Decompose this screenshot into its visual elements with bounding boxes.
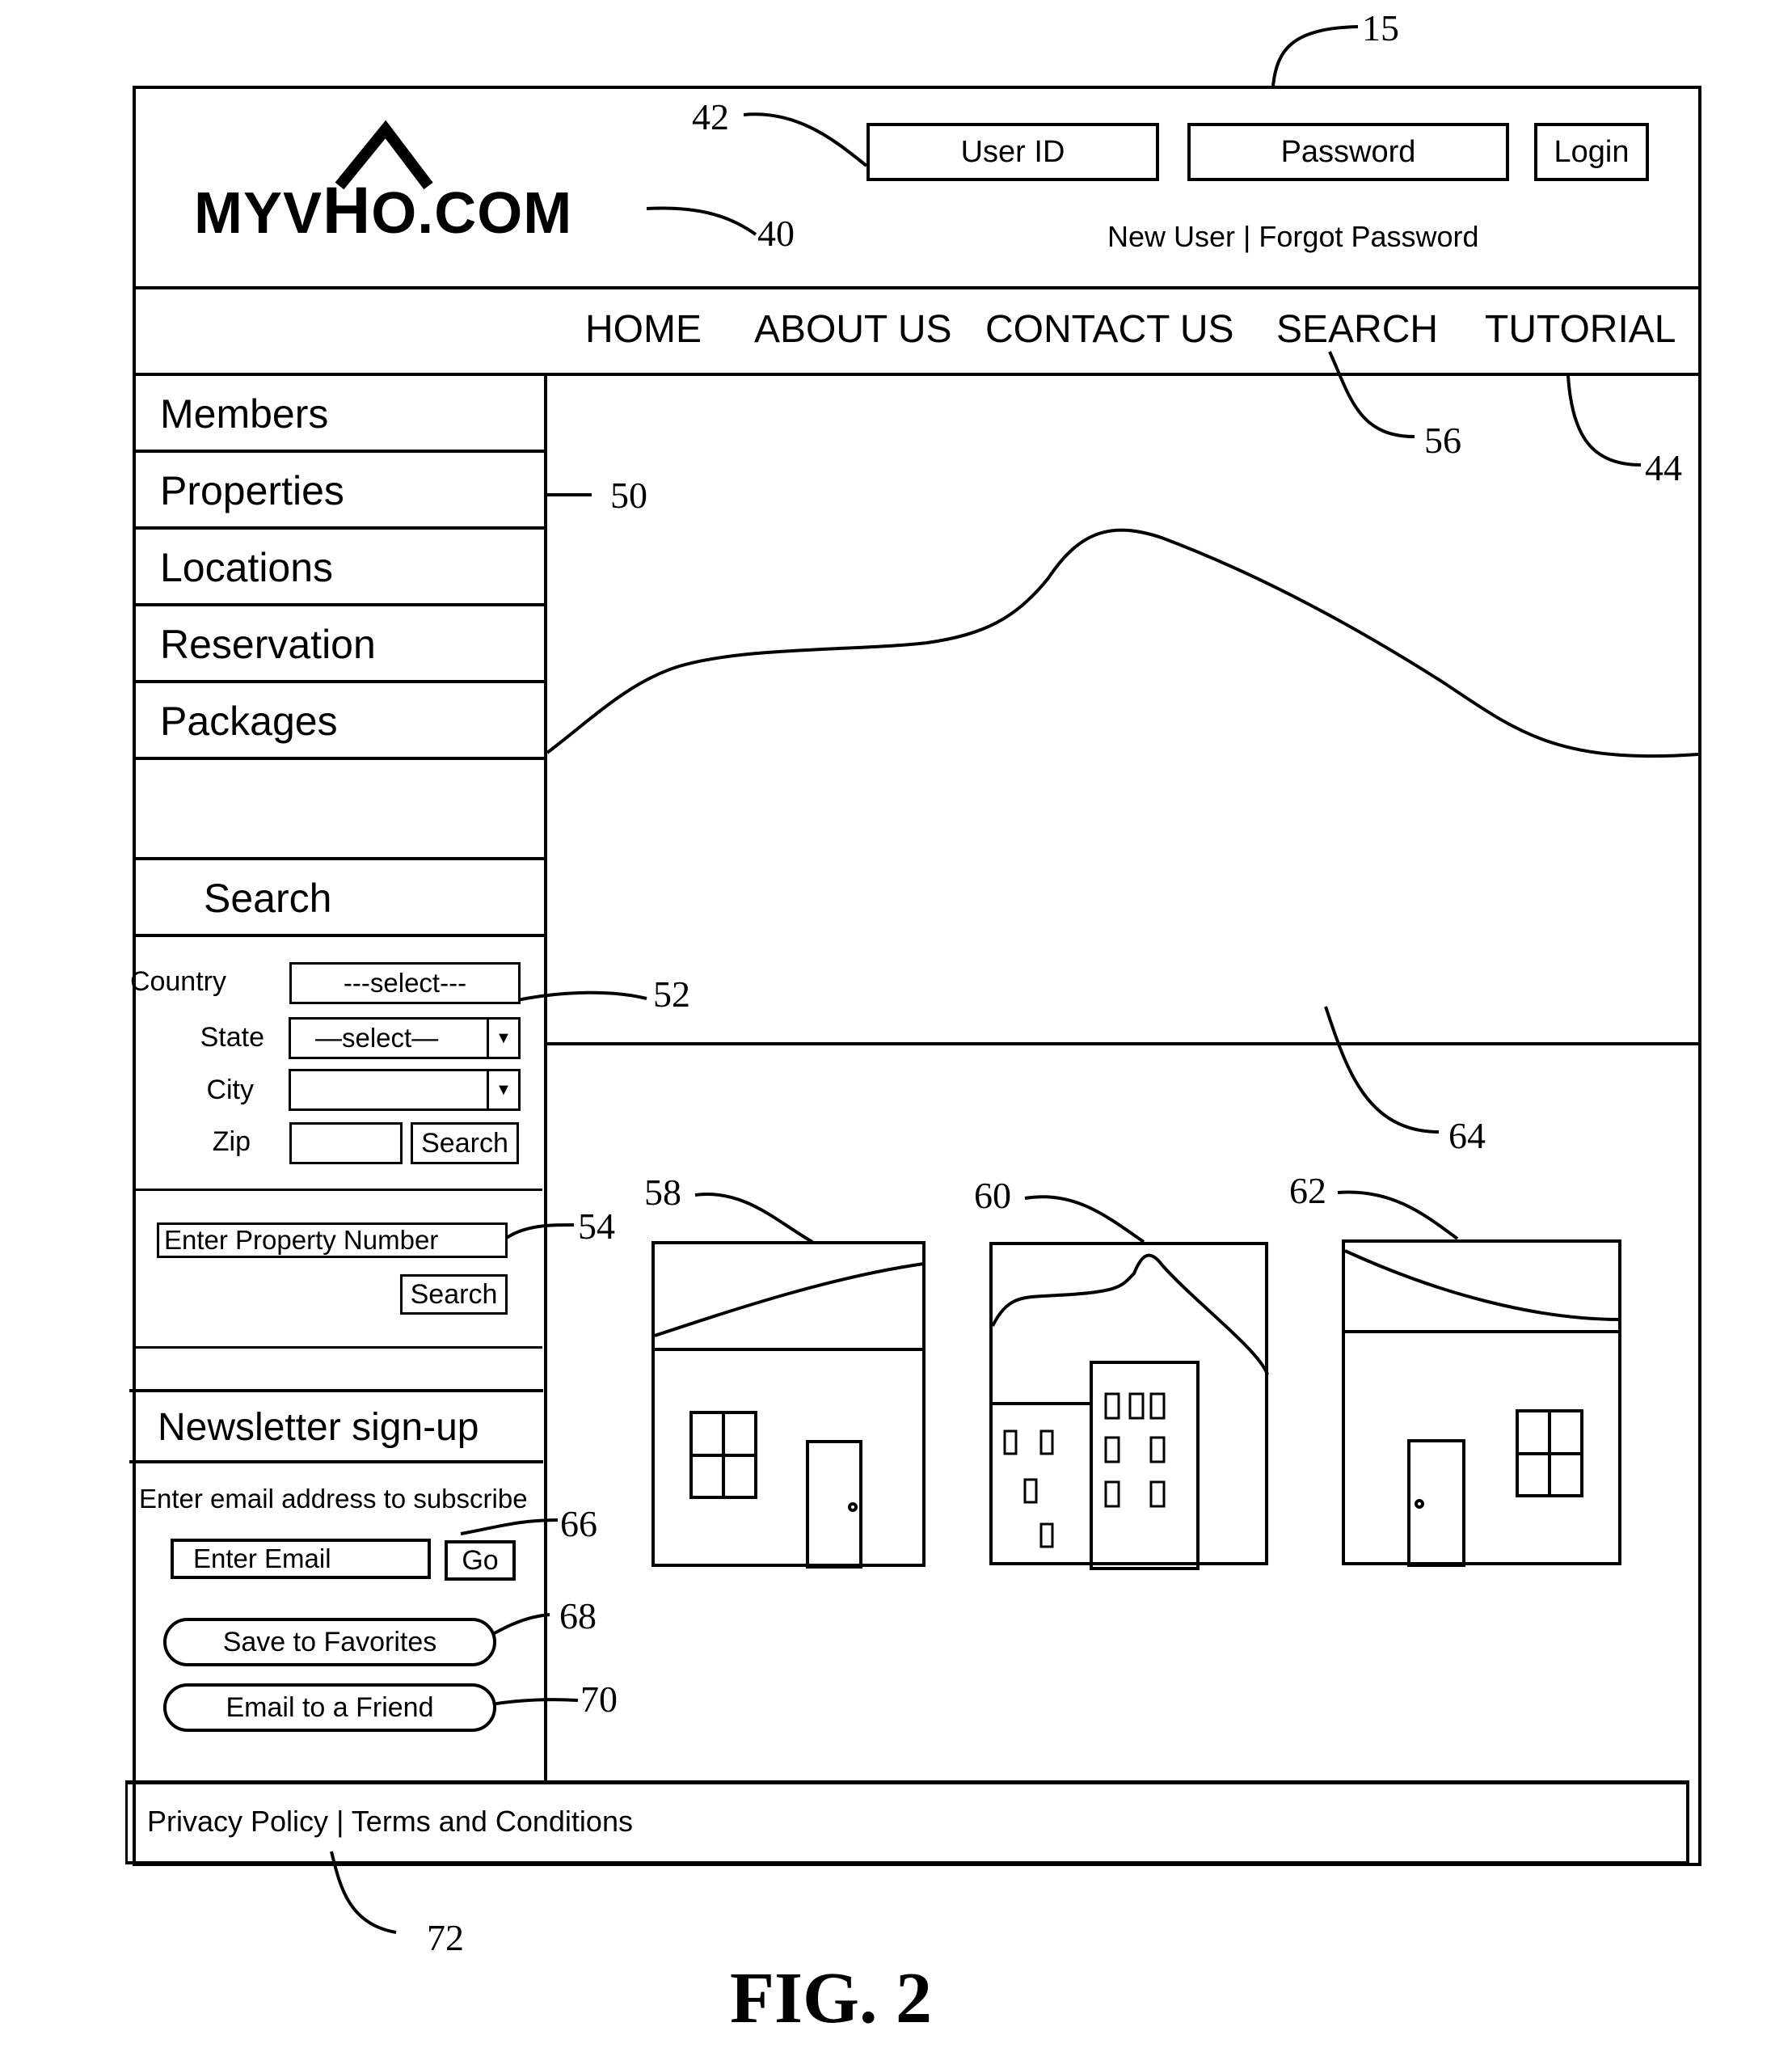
email-placeholder: Enter Email — [193, 1543, 331, 1573]
go-button-label: Go — [462, 1544, 499, 1576]
house-icon — [654, 1262, 925, 1569]
ref-70: 70 — [580, 1678, 618, 1720]
property-search-button[interactable]: Search — [400, 1274, 508, 1315]
chevron-down-icon[interactable]: ▼ — [487, 1020, 518, 1057]
privacy-policy-link[interactable]: Privacy Policy — [147, 1805, 328, 1838]
sidebar-item-packages[interactable]: Packages — [134, 683, 547, 760]
footer-links: Privacy Policy | Terms and Conditions — [147, 1805, 633, 1839]
building-windows — [1003, 1392, 1166, 1548]
nav-search[interactable]: SEARCH — [1276, 307, 1438, 352]
account-links: New User | Forgot Password — [1107, 220, 1479, 254]
location-search-button[interactable]: Search — [411, 1122, 519, 1164]
sidebar-item-members[interactable]: Members — [134, 376, 547, 453]
search-button-label: Search — [421, 1127, 508, 1159]
ref-60: 60 — [974, 1175, 1011, 1216]
ref-62: 62 — [1289, 1170, 1326, 1211]
property-card-1[interactable] — [651, 1241, 926, 1569]
login-label: Login — [1554, 134, 1630, 169]
mountain-landscape-icon — [546, 528, 1699, 758]
site-logo[interactable]: MYVHO.COM — [194, 120, 663, 247]
terms-link[interactable]: Terms and Conditions — [352, 1805, 633, 1838]
forgot-password-link[interactable]: Forgot Password — [1259, 220, 1478, 253]
state-label: State — [200, 1022, 264, 1053]
nav-tutorial[interactable]: TUTORIAL — [1485, 307, 1676, 352]
email-friend-label: Email to a Friend — [226, 1691, 434, 1723]
user-id-input[interactable]: User ID — [866, 123, 1159, 181]
city-select[interactable]: ▼ — [289, 1069, 521, 1111]
password-placeholder: Password — [1280, 134, 1416, 169]
nav-about-us[interactable]: ABOUT US — [754, 307, 952, 352]
nav-contact-us[interactable]: CONTACT US — [985, 307, 1234, 352]
hero-image — [546, 376, 1700, 1045]
ref-64: 64 — [1448, 1115, 1486, 1156]
figure-caption: FIG. 2 — [730, 1958, 933, 2038]
sidebar-item-label: Locations — [160, 545, 334, 590]
link-separator: | — [1243, 220, 1251, 253]
leader-60 — [1024, 1195, 1145, 1244]
email-input[interactable]: Enter Email — [171, 1539, 431, 1579]
ref-68: 68 — [559, 1595, 597, 1636]
sidebar-item-locations[interactable]: Locations — [134, 530, 547, 606]
ref-15: 15 — [1362, 7, 1399, 49]
state-value: —select— — [315, 1023, 439, 1053]
zip-label: Zip — [212, 1126, 251, 1157]
ref-72: 72 — [427, 1917, 464, 1958]
login-button[interactable]: Login — [1534, 123, 1649, 181]
zip-input[interactable] — [289, 1122, 403, 1164]
ref-58: 58 — [644, 1172, 681, 1213]
country-value: ---select--- — [343, 968, 467, 998]
property-card-2[interactable] — [989, 1242, 1269, 1570]
country-label: Country — [129, 966, 226, 997]
save-favorites-label: Save to Favorites — [222, 1626, 437, 1657]
new-user-link[interactable]: New User — [1107, 220, 1235, 253]
sidebar-item-label: Reservation — [160, 622, 376, 667]
city-label: City — [206, 1075, 254, 1105]
leader-15 — [1271, 25, 1359, 87]
apartment-buildings-icon — [991, 1253, 1269, 1570]
sidebar-item-label: Members — [160, 391, 329, 437]
divider — [134, 1189, 542, 1191]
save-to-favorites-button[interactable]: Save to Favorites — [163, 1618, 496, 1666]
sidebar-item-label: Properties — [160, 468, 344, 513]
sidebar-item-label: Packages — [160, 699, 338, 744]
property-number-placeholder: Enter Property Number — [164, 1225, 439, 1255]
leader-62 — [1337, 1190, 1459, 1240]
password-input[interactable]: Password — [1187, 123, 1509, 181]
footer-separator: | — [336, 1805, 344, 1838]
ref-54: 54 — [578, 1206, 615, 1247]
property-card-3[interactable] — [1342, 1239, 1621, 1567]
newsletter-title: Newsletter sign-up — [158, 1406, 479, 1449]
sidebar-item-reservation[interactable]: Reservation — [134, 606, 547, 683]
state-select[interactable]: —select— ▼ — [289, 1017, 521, 1059]
newsletter-instruction: Enter email address to subscribe — [139, 1484, 528, 1514]
property-number-input[interactable]: Enter Property Number — [157, 1222, 508, 1258]
leader-58 — [694, 1192, 814, 1244]
user-id-placeholder: User ID — [960, 134, 1065, 169]
sidebar-spacer — [134, 760, 547, 860]
divider — [134, 1346, 542, 1349]
logo-text: MYVHO.COM — [194, 174, 573, 247]
country-select[interactable]: ---select--- — [289, 962, 521, 1004]
newsletter-go-button[interactable]: Go — [445, 1540, 516, 1581]
search-title: Search — [204, 876, 332, 921]
email-to-friend-button[interactable]: Email to a Friend — [163, 1683, 496, 1732]
sidebar-item-properties[interactable]: Properties — [134, 453, 547, 530]
house-icon — [1344, 1249, 1621, 1567]
search-section-title: Search — [134, 860, 547, 937]
nav-home[interactable]: HOME — [585, 307, 702, 352]
ref-66: 66 — [560, 1503, 597, 1544]
search-button-label: Search — [410, 1278, 498, 1310]
chevron-down-icon[interactable]: ▼ — [487, 1071, 518, 1108]
